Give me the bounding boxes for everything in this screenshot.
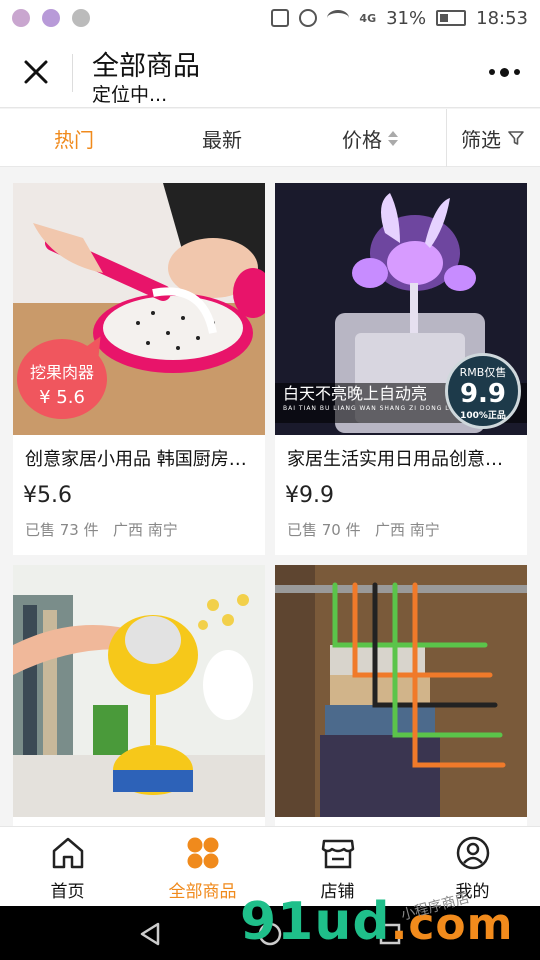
wechat-notification-icon xyxy=(72,9,90,27)
product-card[interactable]: 白天不亮晚上自动亮 BAI TIAN BU LIANG WAN SHANG ZI… xyxy=(275,183,527,555)
nav-home[interactable]: 首页 xyxy=(0,827,135,907)
product-image[interactable] xyxy=(275,565,527,817)
clock: 18:53 xyxy=(476,7,528,29)
vibrate-icon xyxy=(271,9,290,27)
minion-lamp-photo xyxy=(13,565,265,817)
tab-price[interactable]: 价格 xyxy=(296,109,444,167)
more-button[interactable] xyxy=(484,60,524,84)
watermark-logo: 91ud.com xyxy=(240,892,513,952)
price-badge-label: RMB仅售 xyxy=(459,366,507,379)
app-notification-icon xyxy=(12,9,30,27)
promo-badge-title: 挖果肉器 xyxy=(29,363,94,382)
trouser-hanger-photo xyxy=(275,565,527,817)
price-badge-value: 9.9 xyxy=(459,379,507,409)
sort-arrows-icon xyxy=(388,130,398,146)
alarm-icon xyxy=(299,9,318,27)
price-badge-note: 100%正品 xyxy=(460,411,506,421)
more-dot-icon xyxy=(513,69,520,75)
product-sold-count: 已售 73 件 xyxy=(25,521,99,539)
close-icon xyxy=(24,60,48,84)
product-card[interactable]: 挖果肉器 ¥ 5.6 创意家居小用品 韩国厨房水果挖勺 ¥5.6 已售 73 件… xyxy=(13,183,265,555)
product-name: 创意家居小用品 韩国厨房水果挖勺 xyxy=(25,449,253,470)
page-subtitle: 定位中... xyxy=(92,84,168,106)
back-icon[interactable] xyxy=(136,920,164,948)
watermark-main: 91ud xyxy=(240,892,391,952)
product-image[interactable]: 挖果肉器 ¥ 5.6 xyxy=(13,183,265,435)
title-bar: 全部商品 定位中... xyxy=(0,36,540,108)
grid-icon xyxy=(187,837,218,869)
sort-bar: 热门 最新 价格 筛选 xyxy=(0,109,540,167)
tab-new[interactable]: 最新 xyxy=(148,109,296,167)
promo-badge: 挖果肉器 ¥ 5.6 xyxy=(17,339,107,419)
price-badge: RMB仅售 9.9 100%正品 xyxy=(445,353,521,429)
wifi-icon xyxy=(327,10,350,26)
more-dot-icon xyxy=(488,69,495,75)
funnel-icon xyxy=(508,131,524,145)
store-icon xyxy=(321,839,354,869)
nav-home-label: 首页 xyxy=(50,882,85,902)
product-location: 广西 南宁 xyxy=(113,521,178,539)
battery-icon xyxy=(436,10,467,26)
close-button[interactable] xyxy=(14,50,58,94)
product-price: ¥5.6 xyxy=(23,483,72,508)
status-app-icons xyxy=(12,9,90,27)
product-card[interactable] xyxy=(275,565,527,826)
product-sold-count: 已售 70 件 xyxy=(287,521,361,539)
title-divider xyxy=(72,54,73,92)
product-name: 家居生活实用日用品创意感应小夜灯 xyxy=(287,449,515,470)
tab-price-label: 价格 xyxy=(342,127,382,152)
page-title: 全部商品 xyxy=(92,51,200,82)
filter-button[interactable]: 筛选 xyxy=(446,109,540,167)
filter-label: 筛选 xyxy=(461,127,501,152)
product-card[interactable] xyxy=(13,565,265,826)
tab-hot[interactable]: 热门 xyxy=(0,109,148,167)
battery-percent: 31% xyxy=(386,7,427,29)
more-dot-icon xyxy=(499,67,509,77)
status-bar: 4G 31% 18:53 xyxy=(0,0,540,36)
product-location: 广西 南宁 xyxy=(375,521,440,539)
product-price: ¥9.9 xyxy=(285,483,334,508)
network-type: 4G xyxy=(359,11,377,25)
product-image[interactable]: 白天不亮晚上自动亮 BAI TIAN BU LIANG WAN SHANG ZI… xyxy=(275,183,527,435)
home-icon xyxy=(52,837,83,869)
product-image[interactable] xyxy=(13,565,265,817)
gallery-notification-icon xyxy=(42,9,60,27)
user-icon xyxy=(456,836,489,870)
promo-badge-price: ¥ 5.6 xyxy=(39,387,85,408)
